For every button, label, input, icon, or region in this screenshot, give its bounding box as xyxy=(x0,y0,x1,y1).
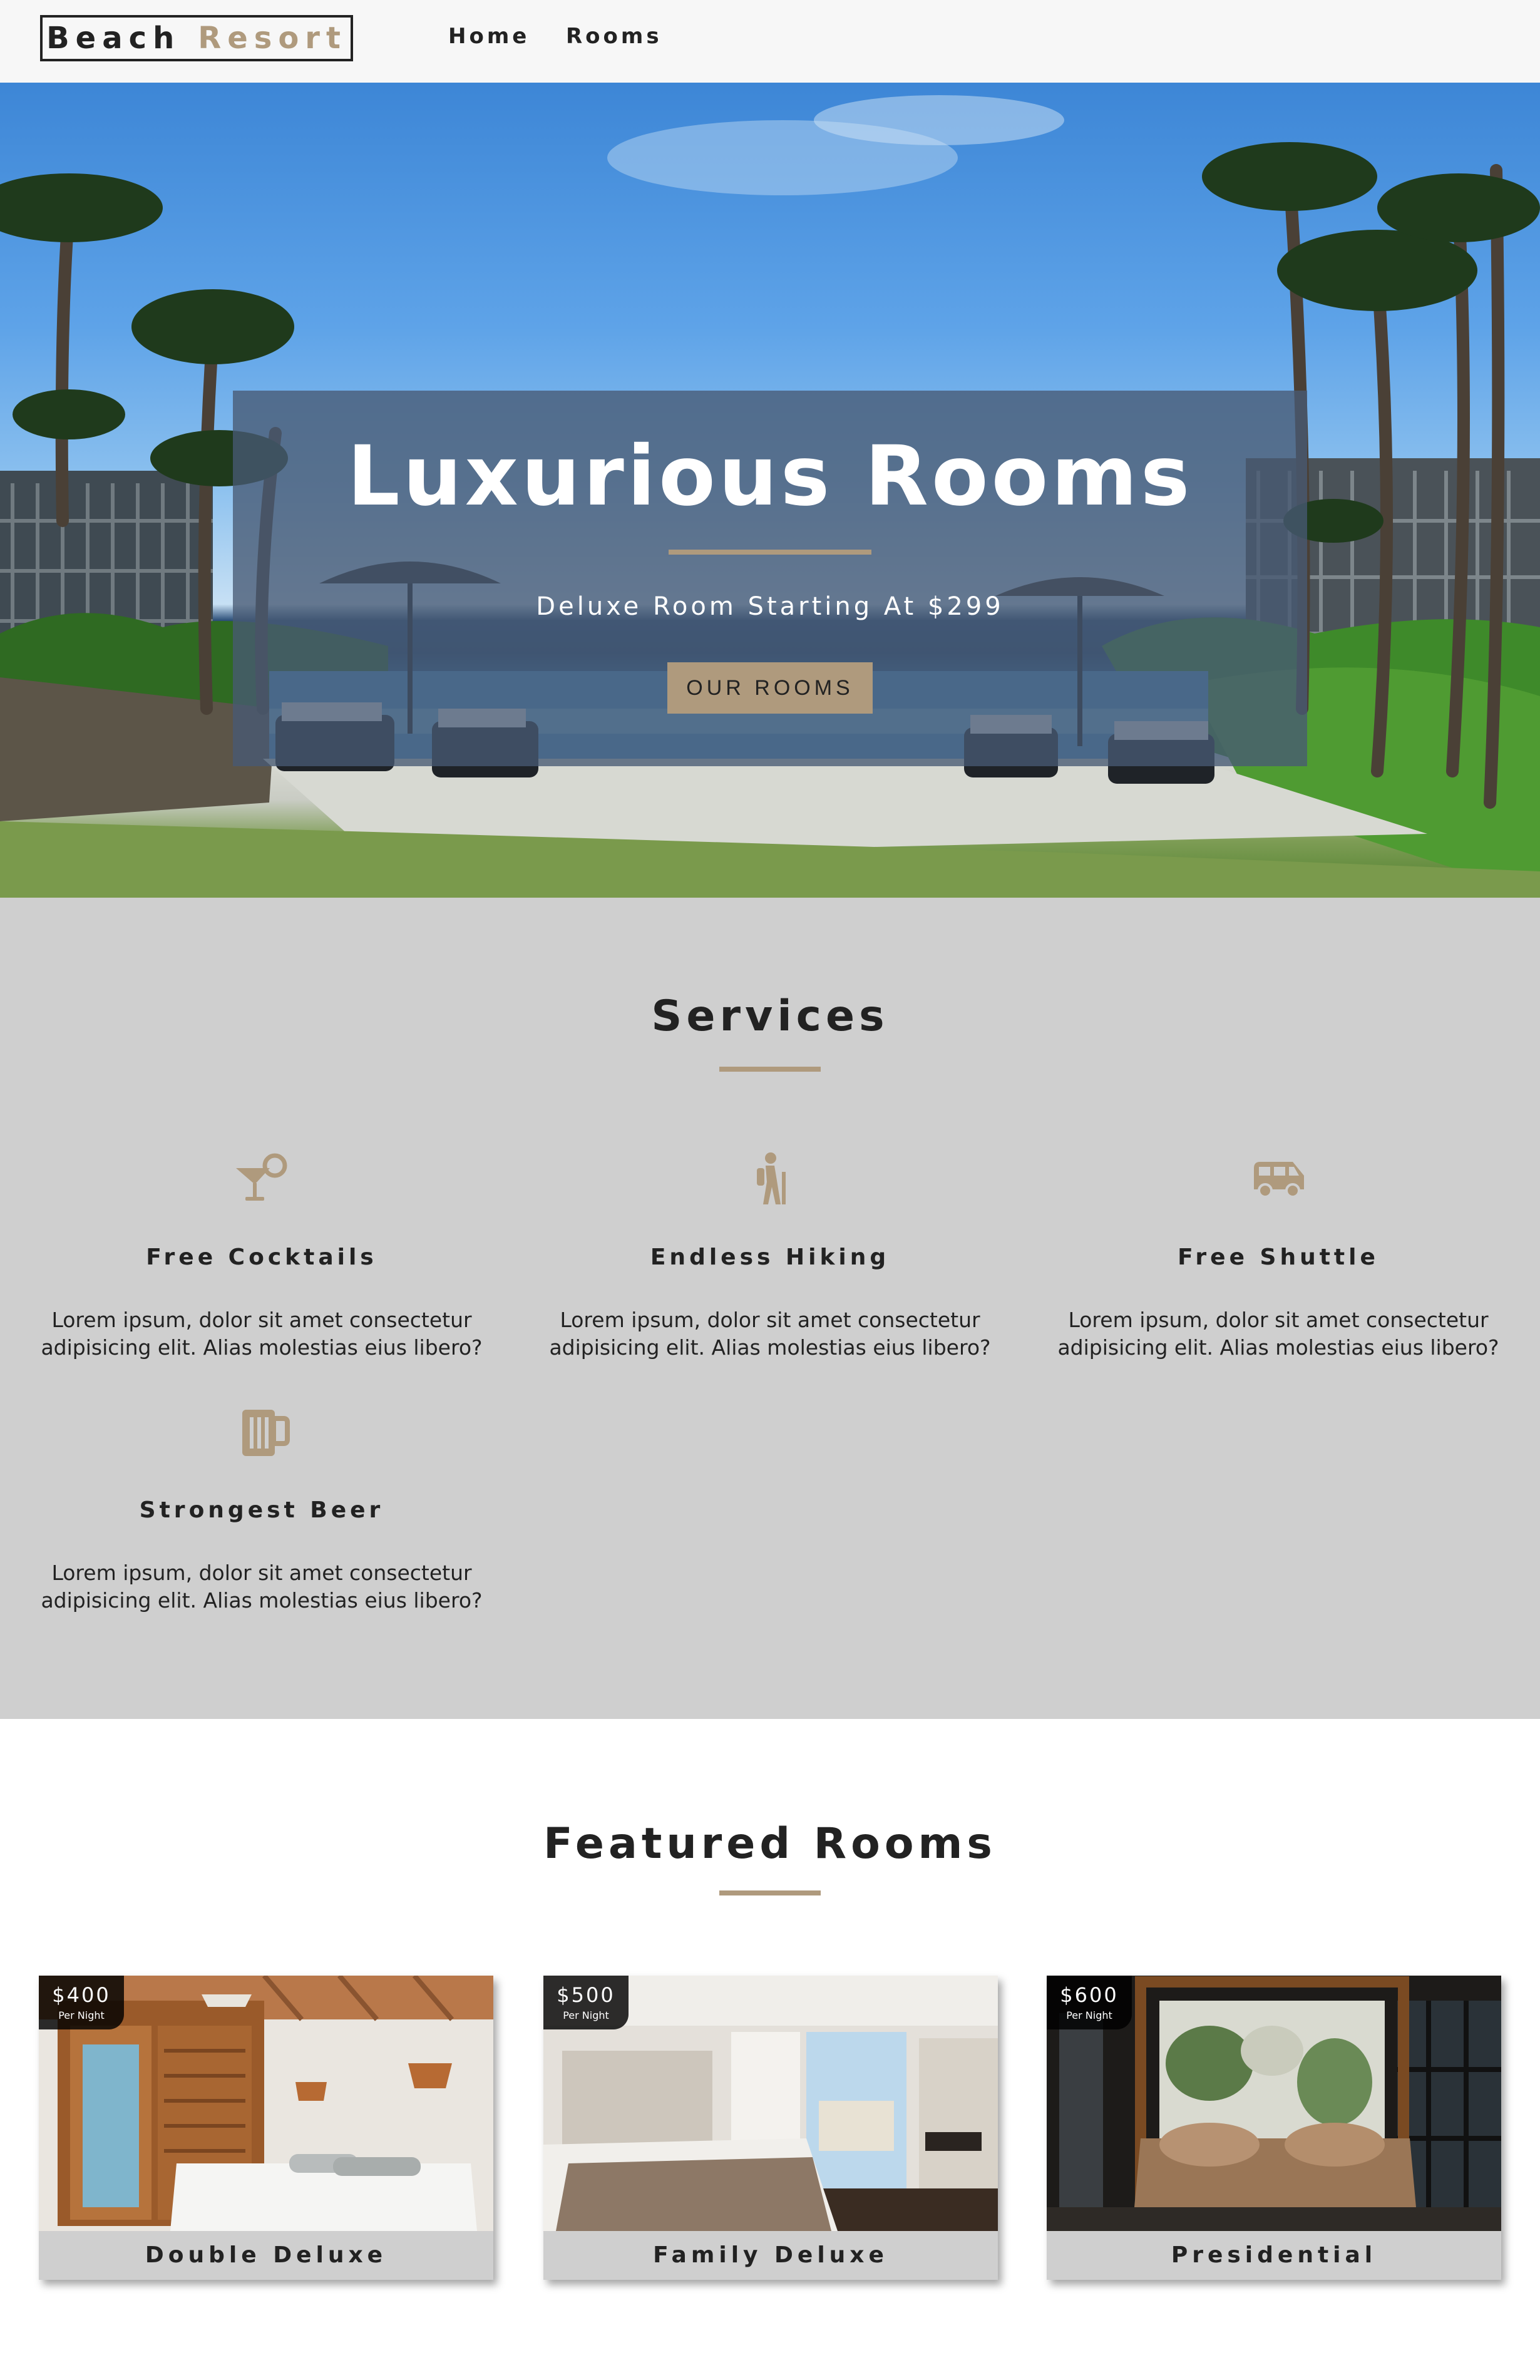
hero-subtitle: Deluxe Room Starting At $299 xyxy=(536,592,1004,621)
price-badge: $400 Per Night xyxy=(39,1976,124,2029)
service-text: Lorem ipsum, dolor sit amet consectetur … xyxy=(41,1308,483,1360)
service-text: Lorem ipsum, dolor sit amet consectetur … xyxy=(41,1561,483,1613)
service-title: Strongest Beer xyxy=(139,1497,384,1523)
price-badge: $500 Per Night xyxy=(543,1976,629,2029)
logo-word-beach: Beach xyxy=(46,21,181,56)
site-logo[interactable]: Beach Resort xyxy=(40,15,353,61)
hero-title-underline xyxy=(669,550,871,555)
room-card-family-deluxe[interactable]: $500 Per Night Family Deluxe xyxy=(543,1976,998,2280)
service-title: Free Shuttle xyxy=(1178,1244,1379,1270)
service-card: Free Cocktails Lorem ipsum, dolor sit am… xyxy=(11,1151,512,1362)
shuttle-icon xyxy=(1254,1162,1304,1198)
service-title: Endless Hiking xyxy=(650,1244,890,1270)
services-section: Services Free Cocktails Lorem ipsum, dol… xyxy=(0,898,1540,1719)
logo-word-resort: Resort xyxy=(198,21,347,56)
service-card: Strongest Beer Lorem ipsum, dolor sit am… xyxy=(11,1403,512,1614)
nav-link-home[interactable]: Home xyxy=(448,24,530,49)
services-title-underline xyxy=(719,1067,821,1072)
room-card-presidential[interactable]: $600 Per Night Presidential xyxy=(1047,1976,1501,2280)
price-per-night: Per Night xyxy=(58,2009,105,2021)
price-amount: $600 xyxy=(1060,1983,1119,2007)
price-badge: $600 Per Night xyxy=(1047,1976,1132,2029)
room-name: Presidential xyxy=(1047,2231,1501,2280)
nav-link-rooms[interactable]: Rooms xyxy=(566,24,662,49)
hero-banner: Luxurious Rooms Deluxe Room Starting At … xyxy=(233,391,1307,766)
service-text: Lorem ipsum, dolor sit amet consectetur … xyxy=(1057,1308,1499,1360)
featured-rooms-title-underline xyxy=(719,1890,821,1895)
cocktail-icon xyxy=(236,1153,287,1201)
beer-icon xyxy=(242,1410,290,1456)
room-card-double-deluxe[interactable]: $400 Per Night Double Deluxe xyxy=(39,1976,493,2280)
our-rooms-button[interactable]: OUR ROOMS xyxy=(667,662,873,714)
room-name: Family Deluxe xyxy=(543,2231,998,2280)
price-amount: $400 xyxy=(52,1983,111,2007)
room-name: Double Deluxe xyxy=(39,2231,493,2280)
hero-title: Luxurious Rooms xyxy=(347,428,1193,525)
hiking-icon xyxy=(757,1152,786,1204)
service-card: Free Shuttle Lorem ipsum, dolor sit amet… xyxy=(1028,1151,1529,1362)
navbar: Beach Resort Home Rooms xyxy=(0,0,1540,83)
services-title: Services xyxy=(651,992,889,1041)
service-card: Endless Hiking Lorem ipsum, dolor sit am… xyxy=(520,1151,1020,1362)
featured-rooms-section: Featured Rooms $400 Per Night Double Del… xyxy=(0,1719,1540,2380)
hero-section: Luxurious Rooms Deluxe Room Starting At … xyxy=(0,83,1540,898)
price-amount: $500 xyxy=(557,1983,615,2007)
service-text: Lorem ipsum, dolor sit amet consectetur … xyxy=(549,1308,991,1360)
featured-rooms-title: Featured Rooms xyxy=(543,1819,997,1869)
price-per-night: Per Night xyxy=(563,2009,609,2021)
price-per-night: Per Night xyxy=(1066,2009,1112,2021)
service-title: Free Cocktails xyxy=(146,1244,377,1270)
